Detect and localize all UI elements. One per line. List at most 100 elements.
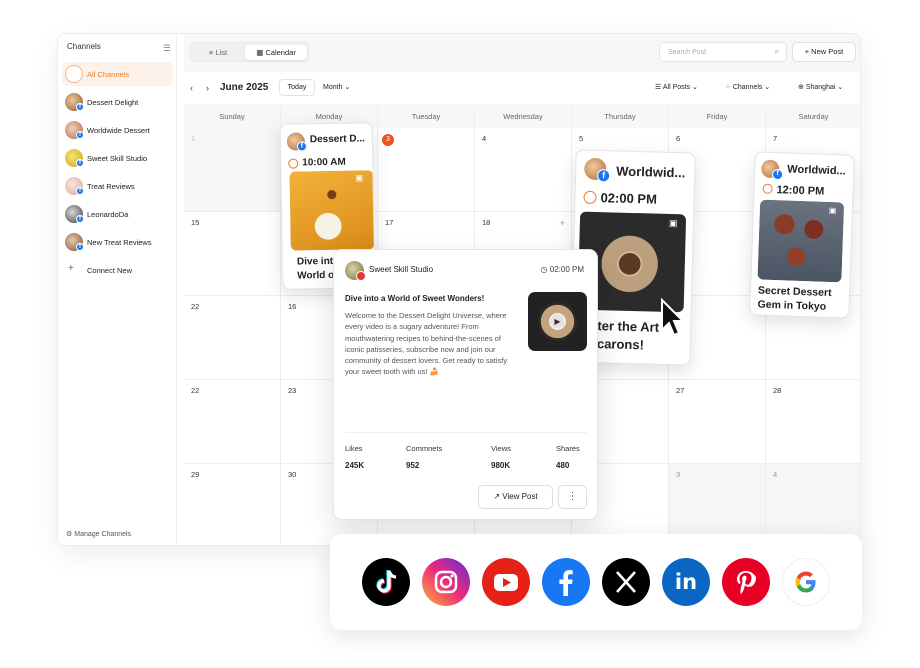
list-icon: ≡ xyxy=(208,48,214,57)
day-cell[interactable]: 28 xyxy=(766,380,860,464)
sidebar-item-treat-reviews[interactable]: f Treat Reviews xyxy=(62,174,173,198)
today-indicator: 3 xyxy=(382,134,394,146)
instagram-icon[interactable] xyxy=(422,558,470,606)
connect-new-button[interactable]: + Connect New xyxy=(62,258,173,282)
external-link-icon: ↗ xyxy=(493,492,501,501)
more-options-button[interactable]: ⋮ xyxy=(558,485,587,509)
channels-icon: ⁘ xyxy=(725,84,731,91)
play-icon[interactable]: ▶ xyxy=(549,313,566,330)
day-cell[interactable]: 22 xyxy=(184,380,281,464)
card-channel-name: Worldwid... xyxy=(616,163,686,181)
day-cell[interactable]: 27 xyxy=(669,380,766,464)
today-button[interactable]: Today xyxy=(279,79,315,96)
day-number: 1 xyxy=(191,134,196,143)
timezone-dropdown[interactable]: ⊕ Shanghai ⌄ xyxy=(798,83,843,91)
timezone-label: Shanghai xyxy=(805,84,836,91)
pinterest-icon[interactable] xyxy=(722,558,770,606)
search-icon: ⌕ xyxy=(774,47,779,56)
sidebar-item-leonardoda[interactable]: f LeonardoDa xyxy=(62,202,173,226)
day-number: 16 xyxy=(288,302,297,311)
youtube-icon[interactable] xyxy=(482,558,530,606)
search-input[interactable]: Search Post ⌕ xyxy=(659,42,787,62)
day-cell[interactable]: 29 xyxy=(184,464,281,545)
day-cell[interactable]: 15 xyxy=(184,212,281,296)
add-post-icon[interactable]: + xyxy=(560,218,565,228)
post-card-saturday[interactable]: f Worldwid... 12:00 PM ▣ Secret Dessert … xyxy=(749,151,855,319)
video-thumbnail[interactable]: ▶ xyxy=(528,292,587,351)
plus-icon: + xyxy=(68,263,74,274)
social-platforms-bar: in xyxy=(330,534,862,630)
chevron-right-icon[interactable]: › xyxy=(206,83,209,93)
youtube-icon xyxy=(356,271,366,281)
day-cell[interactable]: 1 xyxy=(184,128,281,212)
google-icon[interactable] xyxy=(782,558,830,606)
day-number: 4 xyxy=(482,134,487,143)
tiktok-icon[interactable] xyxy=(362,558,410,606)
card-title: Secret Dessert Gem in Tokyo xyxy=(757,284,832,314)
chevron-left-icon[interactable]: ‹ xyxy=(190,83,193,93)
day-number: 4 xyxy=(773,470,778,479)
all-posts-dropdown[interactable]: ☰ All Posts ⌄ xyxy=(655,83,698,91)
sidebar-item-dessert-delight[interactable]: f Dessert Delight xyxy=(62,90,173,114)
day-number: 30 xyxy=(288,470,297,479)
card-channel-name: Dessert D... xyxy=(309,133,365,146)
day-number: 7 xyxy=(773,134,778,143)
sidebar-item-worldwide-dessert[interactable]: f Worldwide Dessert xyxy=(62,118,173,142)
card-time: 12:00 PM xyxy=(776,184,825,198)
mouse-cursor-icon xyxy=(661,298,684,337)
card-time: 02:00 PM xyxy=(600,190,658,207)
weekday-header: Sunday xyxy=(184,106,281,128)
tab-list-label: List xyxy=(215,48,228,57)
facebook-icon: f xyxy=(76,215,84,223)
manage-channels-button[interactable]: ⚙ Manage Channels xyxy=(66,530,131,538)
new-post-label: New Post xyxy=(811,47,844,56)
tab-list[interactable]: ≡ List xyxy=(193,45,243,60)
x-icon[interactable] xyxy=(602,558,650,606)
day-number: 5 xyxy=(579,134,584,143)
video-icon: ▣ xyxy=(828,205,837,216)
facebook-icon: f xyxy=(76,187,84,195)
sidebar-item-label: LeonardoDa xyxy=(87,210,129,219)
view-mode-dropdown[interactable]: Month ⌄ xyxy=(323,83,350,91)
stat-label-shares: Shares xyxy=(556,444,580,453)
view-mode-label: Month xyxy=(323,84,343,91)
day-cell[interactable]: 22 xyxy=(184,296,281,380)
sidebar-header: Channels ☰ xyxy=(67,42,171,56)
weekday-header: Wednesday xyxy=(475,106,572,128)
tab-calendar[interactable]: ▦ Calendar xyxy=(245,45,307,60)
view-post-button[interactable]: ↗ View Post xyxy=(478,485,553,509)
video-icon: ▣ xyxy=(668,217,678,229)
facebook-icon: f xyxy=(76,131,84,139)
weekday-header: Thursday xyxy=(572,106,669,128)
divider xyxy=(345,432,587,433)
facebook-icon: f xyxy=(76,103,84,111)
sidebar-item-label: New Treat Reviews xyxy=(87,238,152,247)
card-time: 10:00 AM xyxy=(302,156,346,169)
channels-dropdown[interactable]: ⁘ Channels ⌄ xyxy=(725,83,770,91)
tab-calendar-label: Calendar xyxy=(265,48,296,57)
day-number: 29 xyxy=(191,470,200,479)
all-posts-label: All Posts xyxy=(662,84,691,91)
filter-icon[interactable]: ☰ xyxy=(163,43,171,54)
view-toggle: ≡ List ▦ Calendar xyxy=(190,42,309,62)
stat-value-views: 980K xyxy=(491,461,511,470)
facebook-icon: f xyxy=(771,168,784,181)
sidebar-item-all-channels[interactable]: All Channels xyxy=(62,62,173,86)
day-cell[interactable]: 3 xyxy=(378,128,475,212)
sidebar-item-sweet-skill-studio[interactable]: f Sweet Skill Studio xyxy=(62,146,173,170)
popup-channel-name: Sweet Skill Studio xyxy=(369,265,434,274)
search-placeholder: Search Post xyxy=(668,49,707,56)
stat-label-comments: Commnets xyxy=(406,444,443,453)
day-number: 3 xyxy=(676,470,681,479)
stat-value-comments: 952 xyxy=(406,461,420,470)
day-number: 22 xyxy=(191,302,200,311)
view-post-label: View Post xyxy=(502,492,538,501)
sidebar-item-new-treat-reviews[interactable]: f New Treat Reviews xyxy=(62,230,173,254)
sidebar-item-label: Worldwide Dessert xyxy=(87,126,150,135)
new-post-button[interactable]: + New Post xyxy=(792,42,856,62)
facebook-icon[interactable] xyxy=(542,558,590,606)
manage-channels-label: Manage Channels xyxy=(74,531,132,538)
video-icon: ▣ xyxy=(355,173,364,183)
day-cell[interactable]: 4 xyxy=(475,128,572,212)
linkedin-icon[interactable]: in xyxy=(662,558,710,606)
